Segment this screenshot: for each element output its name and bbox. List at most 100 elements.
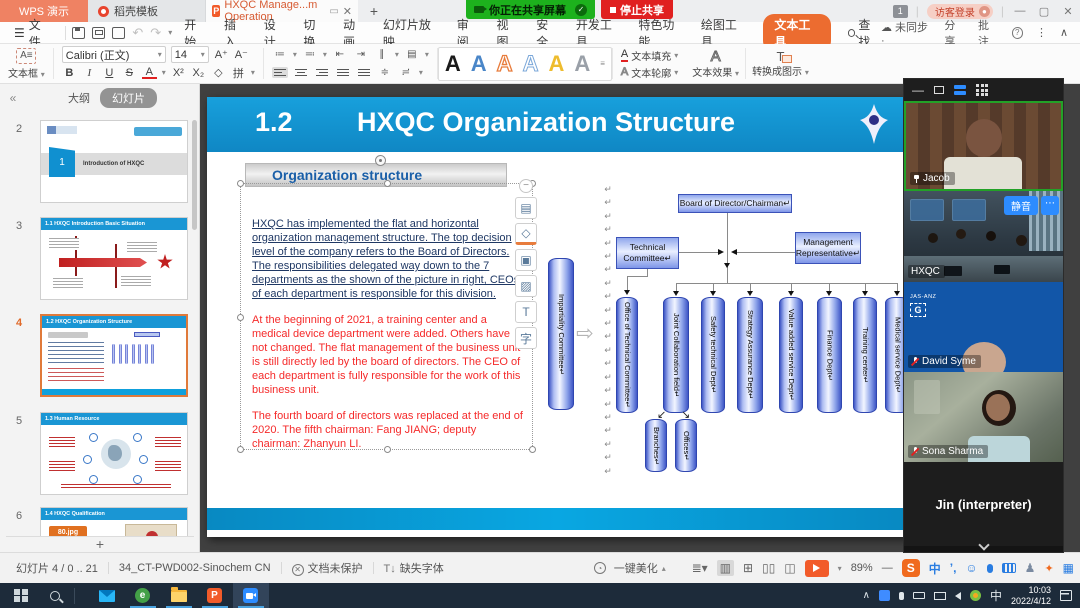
align-center-icon[interactable] — [293, 67, 309, 78]
save-icon[interactable] — [72, 27, 85, 39]
protection-status[interactable]: ✕文档未保护 — [292, 560, 363, 576]
grow-font-button[interactable]: A⁺ — [214, 48, 229, 61]
ime-punctuation-icon[interactable]: ’, — [950, 561, 957, 575]
pinyin-button[interactable]: 拼 — [231, 65, 246, 81]
slide-body-text[interactable]: HXQC has implemented the flat and horizo… — [252, 217, 524, 451]
speaker-view-icon-active[interactable] — [954, 85, 966, 95]
tray-app2-icon[interactable] — [970, 590, 981, 601]
resize-handle[interactable] — [237, 180, 244, 187]
wordart-scroll-icon[interactable]: ≡ — [600, 59, 605, 68]
wordart-style-blue-outline[interactable]: A — [523, 51, 539, 77]
help-icon[interactable]: ? — [1012, 27, 1023, 39]
layers-icon[interactable]: ▤ — [515, 197, 537, 219]
justify-icon[interactable] — [335, 67, 351, 78]
slide-thumbnail-5[interactable]: 1.3 Human Resource — [40, 412, 188, 495]
superscript-button[interactable]: X² — [171, 67, 186, 79]
textbox-button[interactable]: A≡ 文本框 ▾ — [8, 48, 45, 80]
text-fill-button[interactable]: A 文本填充▾ — [621, 47, 678, 64]
columns-icon[interactable]: ∥ — [374, 49, 390, 60]
org-cylinder-joint-collaboration[interactable]: Joint Collaboration field↵ — [663, 297, 689, 413]
org-cylinder-safety-technical[interactable]: Safety technical Dept↵ — [701, 297, 725, 413]
resize-handle[interactable] — [237, 446, 244, 453]
resize-handle[interactable] — [384, 180, 391, 187]
taskbar-wps-app[interactable]: P — [197, 583, 233, 608]
org-cylinder-branches[interactable]: Branches↵ — [645, 419, 667, 472]
strikethrough-button[interactable]: S — [122, 67, 137, 79]
taskbar-zoom-app-active[interactable] — [233, 583, 269, 608]
ime-mic-icon[interactable] — [987, 564, 993, 573]
notes-view-icon[interactable]: ≣▾ — [692, 561, 708, 575]
quick-access-more-icon[interactable]: ▾ — [168, 28, 172, 37]
shape-fill-icon[interactable]: ◇ — [515, 223, 537, 245]
sidebar-scrollbar[interactable] — [192, 120, 197, 230]
more-options-button[interactable]: ⋯ — [1041, 196, 1059, 215]
taskbar-explorer-app[interactable] — [161, 583, 197, 608]
taskbar-mail-app[interactable] — [89, 583, 125, 608]
taskbar-clock[interactable]: 10:03 2022/4/12 — [1011, 585, 1051, 607]
more-icon[interactable]: ⋮ — [1036, 26, 1047, 39]
taskbar-search-icon[interactable] — [50, 591, 60, 601]
video-tile-jin[interactable]: Jin (interpreter) — [904, 462, 1063, 546]
slide-sorter-icon[interactable]: ⊞ — [743, 561, 753, 575]
text-direction-icon[interactable]: ▤ — [404, 49, 420, 60]
add-slide-button[interactable]: + — [88, 536, 112, 552]
minimize-panel-icon[interactable]: — — [912, 86, 924, 94]
ime-keyboard-icon[interactable] — [1002, 563, 1016, 573]
para-spacing-icon[interactable]: ≓ — [398, 67, 414, 78]
italic-button[interactable]: I — [82, 67, 97, 79]
org-cylinder-office-technical-committee[interactable]: Office of Technical Committee↵ — [616, 297, 638, 413]
org-cylinder-value-added-service[interactable]: Value added service Dept↵ — [779, 297, 803, 413]
collapse-panel-icon[interactable]: « — [0, 91, 26, 105]
tray-mic-icon[interactable] — [899, 592, 904, 600]
font-name-select[interactable]: Calibri (正文)▾ — [62, 46, 166, 63]
font-color-button[interactable]: A — [142, 67, 157, 79]
notification-center-icon[interactable] — [1060, 590, 1072, 601]
font-size-select[interactable]: 14▾ — [171, 46, 209, 63]
underline-button[interactable]: U — [102, 67, 117, 79]
window-view-icon[interactable] — [934, 86, 944, 94]
font-color-dropdown-icon[interactable]: ▾ — [162, 68, 166, 77]
text-outline-button[interactable]: A 文本轮廓▾ — [621, 64, 678, 81]
org-box-technical-committee[interactable]: Technical Committee↵ — [616, 237, 679, 269]
line-spacing-icon[interactable]: ≑ — [377, 67, 393, 78]
shrink-font-button[interactable]: A⁻ — [234, 48, 249, 61]
slide-thumbnail-3[interactable]: 1.1 HXQC Introduction Basic Situation — [40, 217, 188, 300]
tray-app-icon[interactable] — [879, 590, 890, 601]
align-right-icon[interactable] — [314, 67, 330, 78]
wordart-style-blue[interactable]: A — [471, 51, 487, 77]
missing-font-status[interactable]: T↓缺失字体 — [384, 560, 444, 576]
stop-share-button[interactable]: 停止共享 — [601, 0, 673, 19]
wordart-style-gray[interactable]: A — [574, 51, 590, 77]
redo-icon[interactable]: ↷ — [150, 25, 161, 41]
zoom-level[interactable]: 89% — [851, 562, 873, 574]
slide-thumbnail-2[interactable]: 1 Introduction of HXQC — [40, 120, 188, 203]
video-tile-hxqc[interactable]: 静音 ⋯ HXQC — [904, 191, 1063, 282]
slide-thumbnail-6[interactable]: 1.4 HXQC Qualification 80.jpg — [40, 507, 188, 536]
tray-expand-icon[interactable]: ∧ — [863, 590, 870, 601]
beautify-button[interactable]: ◔ 一键美化 ▴ — [594, 560, 666, 576]
tab-outline[interactable]: 大纲 — [68, 90, 90, 106]
undo-icon[interactable]: ↶ — [132, 25, 143, 41]
bold-button[interactable]: B — [62, 67, 77, 79]
rotate-handle[interactable] — [375, 155, 386, 166]
align-left-icon-active[interactable] — [272, 67, 288, 78]
normal-view-icon-active[interactable]: ▥ — [717, 560, 734, 576]
taskbar-browser-app[interactable]: e — [125, 583, 161, 608]
text-convert-icon[interactable]: T — [515, 301, 537, 323]
slide-4[interactable]: 1.2 HXQC Organization Structure Organiza… — [207, 97, 907, 537]
indent-icon[interactable]: ⇥ — [353, 49, 369, 60]
text-effect-button[interactable]: A 文本效果 ▾ — [686, 44, 745, 83]
ime-toolbox-icon[interactable]: ✦ — [1044, 562, 1053, 575]
frame-icon[interactable]: ▣ — [515, 249, 537, 271]
convert-diagram-button[interactable]: T 转换成图示 ▾ — [746, 44, 815, 83]
video-tile-david[interactable]: JAS-ANZ G David Syme — [904, 282, 1063, 372]
sogou-ime-icon[interactable]: S — [902, 559, 920, 577]
wordart-style-orange-outline[interactable]: A — [497, 51, 513, 77]
brush-icon[interactable]: ▨ — [515, 275, 537, 297]
tray-display-icon[interactable] — [934, 592, 946, 600]
video-tile-sona[interactable]: Sona Sharma — [904, 372, 1063, 462]
ime-skin-icon[interactable]: ♟ — [1025, 561, 1036, 575]
wordart-style-black[interactable]: A — [445, 51, 461, 77]
org-cylinder-offices[interactable]: Offices↵ — [675, 419, 697, 472]
distribute-icon[interactable] — [356, 67, 372, 78]
